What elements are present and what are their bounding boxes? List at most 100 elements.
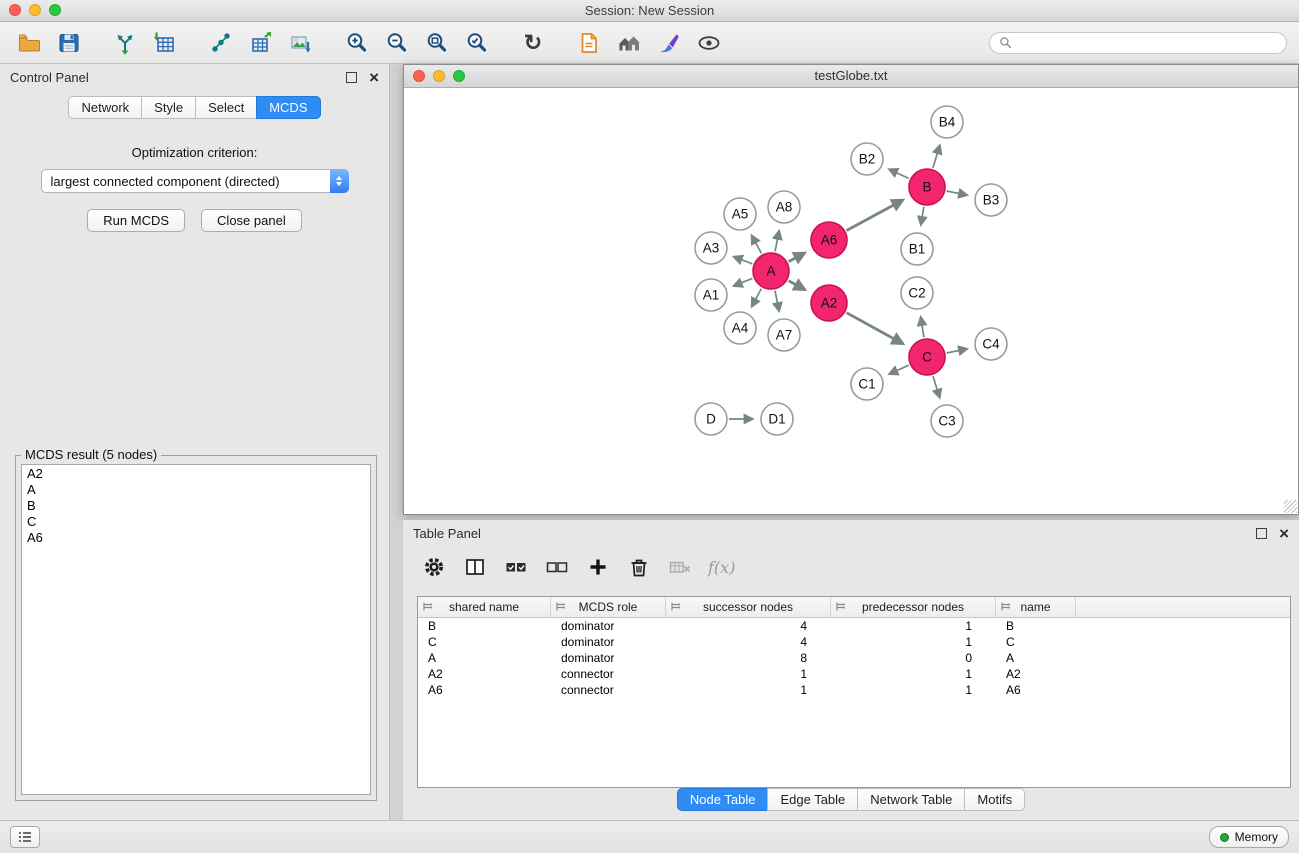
graph-edge-A2-C[interactable] (847, 313, 904, 344)
close-window-button[interactable] (9, 4, 21, 16)
memory-button[interactable]: Memory (1209, 826, 1289, 848)
deselect-all-rows-button[interactable] (544, 554, 570, 580)
graph-edge-A-A4[interactable] (752, 289, 762, 307)
mcds-result-item[interactable]: A (22, 482, 370, 498)
network-minimize-button[interactable] (433, 70, 445, 82)
graph-node-C3[interactable]: C3 (931, 405, 963, 437)
close-panel-icon[interactable]: × (369, 72, 379, 83)
tab-select[interactable]: Select (195, 96, 257, 119)
zoom-in-button[interactable] (340, 27, 374, 59)
tab-edge-table[interactable]: Edge Table (767, 788, 858, 811)
tab-network[interactable]: Network (68, 96, 142, 119)
tab-node-table[interactable]: Node Table (677, 788, 769, 811)
network-close-button[interactable] (413, 70, 425, 82)
style-brush-button[interactable] (652, 27, 686, 59)
import-network-from-file-button[interactable] (108, 27, 142, 59)
column-header-shared-name[interactable]: shared name (418, 597, 551, 617)
column-header-predecessor-nodes[interactable]: predecessor nodes (831, 597, 996, 617)
graph-node-A3[interactable]: A3 (695, 232, 727, 264)
minimize-window-button[interactable] (29, 4, 41, 16)
show-columns-button[interactable] (462, 554, 488, 580)
search-input[interactable] (1012, 35, 1277, 51)
import-table-from-file-button[interactable] (148, 27, 182, 59)
task-history-button[interactable] (10, 826, 40, 848)
graph-edge-A-A5[interactable] (752, 235, 762, 253)
tab-mcds[interactable]: MCDS (256, 96, 320, 119)
column-header-MCDS-role[interactable]: MCDS role (551, 597, 666, 617)
graph-node-A[interactable]: A (753, 253, 789, 289)
graph-node-B1[interactable]: B1 (901, 233, 933, 265)
export-network-button[interactable] (204, 27, 238, 59)
graph-node-D1[interactable]: D1 (761, 403, 793, 435)
graph-node-C[interactable]: C (909, 339, 945, 375)
network-canvas[interactable]: B4 B2 B B3 A5 A8 A6 B1 A3 A C2 A1 A2 (404, 88, 1298, 514)
save-session-button[interactable] (52, 27, 86, 59)
add-column-button[interactable] (585, 554, 611, 580)
zoom-window-button[interactable] (49, 4, 61, 16)
run-mcds-button[interactable]: Run MCDS (87, 209, 185, 232)
network-document-button[interactable] (572, 27, 606, 59)
mcds-result-item[interactable]: C (22, 514, 370, 530)
graph-node-B[interactable]: B (909, 169, 945, 205)
home-button[interactable] (612, 27, 646, 59)
graph-node-A2[interactable]: A2 (811, 285, 847, 321)
graph-edge-A-A2[interactable] (789, 281, 806, 290)
table-row[interactable]: Cdominator41C (418, 634, 1290, 650)
close-panel-button[interactable]: Close panel (201, 209, 302, 232)
tab-network-table[interactable]: Network Table (857, 788, 965, 811)
graph-node-A1[interactable]: A1 (695, 279, 727, 311)
table-float-panel-icon[interactable] (1256, 528, 1267, 539)
network-window-titlebar[interactable]: testGlobe.txt (404, 65, 1298, 88)
table-close-panel-icon[interactable]: × (1279, 528, 1289, 539)
mcds-result-item[interactable]: A2 (22, 466, 370, 482)
column-header-successor-nodes[interactable]: successor nodes (666, 597, 831, 617)
graph-edge-C-C4[interactable] (947, 349, 968, 353)
graph-node-A5[interactable]: A5 (724, 198, 756, 230)
select-all-rows-button[interactable] (503, 554, 529, 580)
graph-edge-C-C3[interactable] (933, 376, 940, 398)
search-field[interactable] (989, 32, 1287, 54)
criterion-select[interactable]: largest connected component (directed) (41, 169, 349, 193)
table-settings-button[interactable] (421, 554, 447, 580)
graph-edge-B-B1[interactable] (921, 207, 924, 226)
float-panel-icon[interactable] (346, 72, 357, 83)
graph-edge-A-A1[interactable] (733, 278, 752, 286)
graph-node-C1[interactable]: C1 (851, 368, 883, 400)
graph-edge-A-A7[interactable] (775, 291, 779, 312)
delete-table-button[interactable] (667, 554, 693, 580)
graph-node-C2[interactable]: C2 (901, 277, 933, 309)
show-hide-details-button[interactable] (692, 27, 726, 59)
zoom-selected-button[interactable] (460, 27, 494, 59)
graph-node-A7[interactable]: A7 (768, 319, 800, 351)
network-zoom-button[interactable] (453, 70, 465, 82)
graph-edge-B-B4[interactable] (933, 145, 940, 168)
zoom-out-button[interactable] (380, 27, 414, 59)
graph-node-B2[interactable]: B2 (851, 143, 883, 175)
graph-node-C4[interactable]: C4 (975, 328, 1007, 360)
tab-motifs[interactable]: Motifs (964, 788, 1025, 811)
graph-node-B4[interactable]: B4 (931, 106, 963, 138)
graph-node-A6[interactable]: A6 (811, 222, 847, 258)
graph-node-B3[interactable]: B3 (975, 184, 1007, 216)
graph-node-A4[interactable]: A4 (724, 312, 756, 344)
graph-node-D[interactable]: D (695, 403, 727, 435)
graph-edge-B-B3[interactable] (947, 191, 968, 195)
graph-edge-A-A3[interactable] (733, 257, 752, 264)
table-row[interactable]: Bdominator41B (418, 618, 1290, 634)
graph-node-A8[interactable]: A8 (768, 191, 800, 223)
graph-edge-A6-B[interactable] (847, 200, 904, 231)
tab-style[interactable]: Style (141, 96, 196, 119)
graph-edge-C-C1[interactable] (889, 365, 909, 374)
graph-edge-B-B2[interactable] (889, 169, 909, 178)
graph-edge-C-C2[interactable] (921, 317, 924, 338)
graph-edge-A-A8[interactable] (775, 231, 779, 252)
column-header-name[interactable]: name (996, 597, 1076, 617)
function-builder-button[interactable]: f(x) (708, 554, 735, 580)
apply-preferred-layout-button[interactable]: ↻ (516, 27, 550, 59)
open-session-button[interactable] (12, 27, 46, 59)
mcds-result-item[interactable]: A6 (22, 530, 370, 546)
export-table-button[interactable] (244, 27, 278, 59)
table-row[interactable]: Adominator80A (418, 650, 1290, 666)
table-row[interactable]: A2connector11A2 (418, 666, 1290, 682)
zoom-fit-button[interactable] (420, 27, 454, 59)
